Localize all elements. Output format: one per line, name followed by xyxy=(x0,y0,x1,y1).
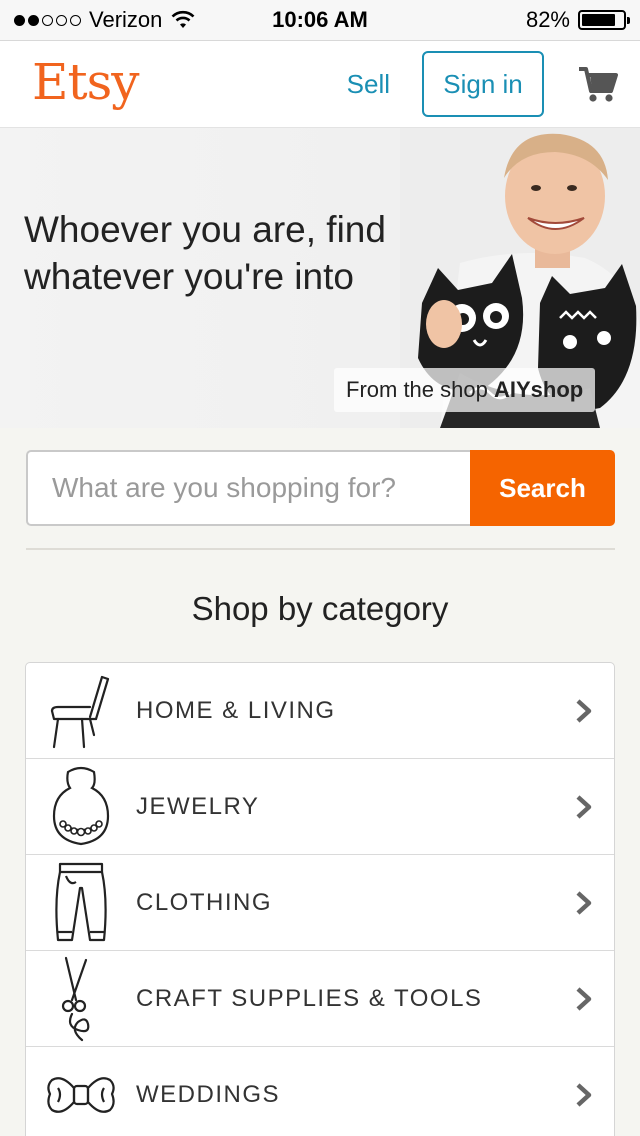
category-list: HOME & LIVING JEWELRY CLOTHING CRAFT SUP… xyxy=(25,662,615,1136)
app-header: Etsy Sell Sign in xyxy=(0,40,640,128)
status-right: 82% xyxy=(525,7,630,33)
carrier-name: Verizon xyxy=(89,7,163,32)
chevron-right-icon xyxy=(554,794,614,820)
hero-title: Whoever you are, find whatever you're in… xyxy=(24,209,386,297)
category-label: HOME & LIVING xyxy=(136,696,336,724)
etsy-logo[interactable]: Etsy xyxy=(32,53,347,111)
category-row-clothing[interactable]: CLOTHING xyxy=(26,855,614,951)
battery-percent: 82% xyxy=(525,7,570,32)
scissors-icon xyxy=(26,951,136,1047)
bow-tie-icon xyxy=(26,1047,136,1136)
shopping-cart-icon[interactable] xyxy=(578,64,618,104)
hero-credit-shop: AIYshop xyxy=(493,377,584,402)
wifi-icon xyxy=(171,10,195,28)
chevron-right-icon xyxy=(554,986,614,1012)
hero-shop-credit[interactable]: From the shop AIYshop xyxy=(334,368,596,412)
hero-banner[interactable]: Whoever you are, find whatever you're in… xyxy=(0,128,640,428)
necklace-icon xyxy=(26,759,136,855)
category-row-craft-supplies[interactable]: CRAFT SUPPLIES & TOOLS xyxy=(26,951,614,1047)
category-row-home-living[interactable]: HOME & LIVING xyxy=(26,663,614,759)
battery-fill xyxy=(582,14,615,26)
search-button[interactable]: Search xyxy=(470,450,615,526)
chevron-right-icon xyxy=(554,698,614,724)
hero-credit-prefix: From the shop xyxy=(346,377,488,402)
sell-link[interactable]: Sell xyxy=(347,69,390,100)
category-row-jewelry[interactable]: JEWELRY xyxy=(26,759,614,855)
category-label: CLOTHING xyxy=(136,888,273,916)
search-input[interactable] xyxy=(26,450,470,526)
chevron-right-icon xyxy=(554,1082,614,1108)
search-bar: Search xyxy=(26,450,615,526)
category-label: WEDDINGS xyxy=(136,1080,280,1108)
chevron-right-icon xyxy=(554,890,614,916)
chair-icon xyxy=(26,663,136,759)
category-label: CRAFT SUPPLIES & TOOLS xyxy=(136,984,483,1012)
status-left: Verizon xyxy=(14,7,526,33)
sign-in-button[interactable]: Sign in xyxy=(422,51,544,117)
category-row-weddings[interactable]: WEDDINGS xyxy=(26,1047,614,1136)
section-title: Shop by category xyxy=(191,590,449,627)
battery-icon xyxy=(578,10,630,30)
pants-icon xyxy=(26,855,136,951)
divider xyxy=(26,548,615,550)
signal-dots-icon xyxy=(14,14,81,26)
category-label: JEWELRY xyxy=(136,792,260,820)
status-bar: Verizon 10:06 AM 82% xyxy=(0,0,640,40)
